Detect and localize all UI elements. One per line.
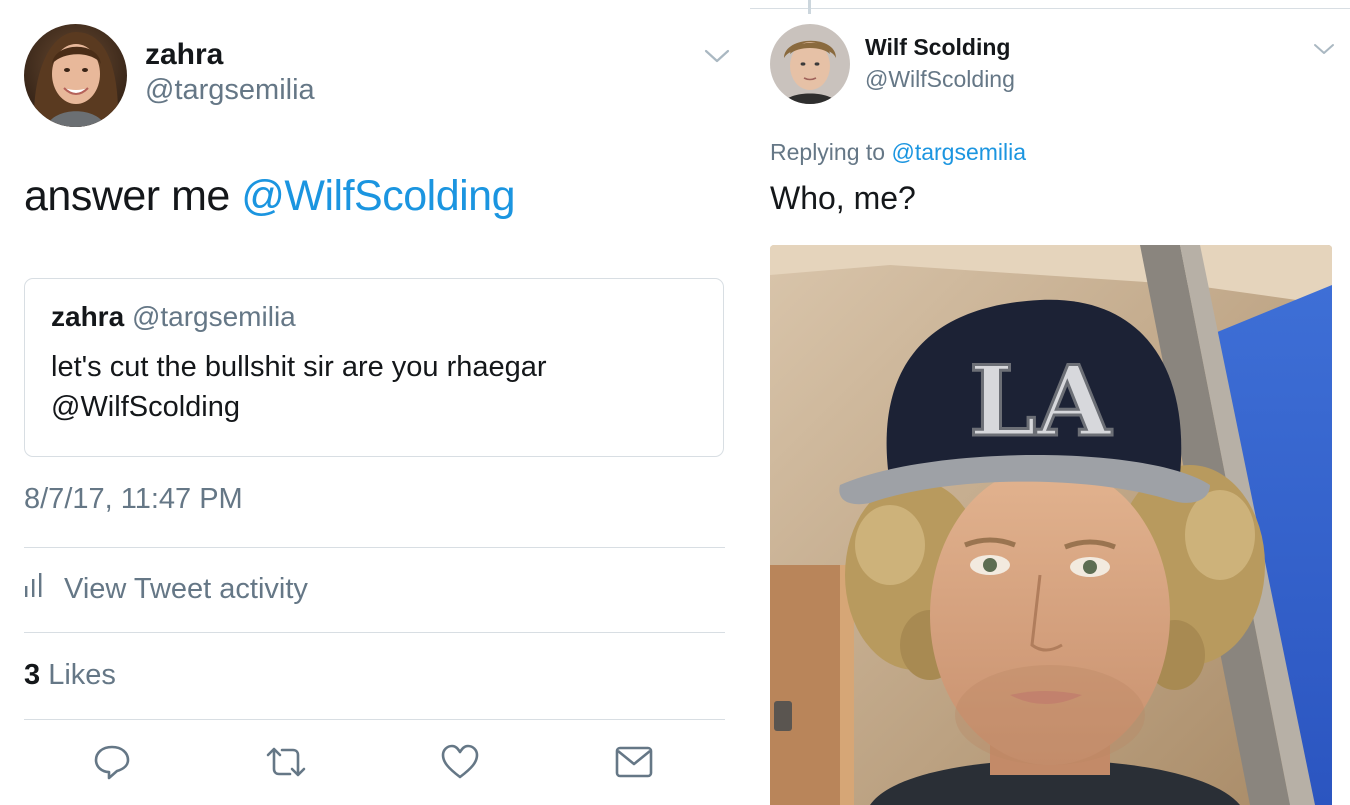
left-tweet-panel: zahra @targsemilia answer me @WilfScoldi… — [0, 0, 750, 805]
reply-icon — [93, 743, 131, 786]
author-name[interactable]: Wilf Scolding — [865, 34, 1010, 61]
cap-logo-text: LA — [969, 345, 1113, 458]
chevron-down-icon[interactable] — [1312, 40, 1336, 63]
quoted-author-name: zahra — [51, 301, 125, 332]
quoted-author-handle: @targsemilia — [131, 301, 296, 332]
divider — [24, 632, 725, 633]
heart-icon — [440, 743, 480, 786]
author-avatar[interactable] — [24, 24, 127, 127]
right-tweet-panel: Wilf Scolding @WilfScolding Replying to … — [750, 0, 1350, 805]
divider — [750, 8, 1350, 9]
quoted-tweet[interactable]: zahra @targsemilia let's cut the bullshi… — [24, 278, 724, 457]
author-avatar[interactable] — [770, 24, 850, 104]
view-tweet-activity-link[interactable]: View Tweet activity — [24, 572, 308, 606]
divider — [24, 547, 725, 548]
quoted-tweet-text: let's cut the bullshit sir are you rhaeg… — [51, 351, 547, 423]
tweet-text: answer me @WilfScolding — [24, 172, 515, 221]
like-button[interactable] — [440, 744, 480, 784]
direct-message-button[interactable] — [614, 744, 654, 784]
quoted-tweet-header: zahra @targsemilia — [51, 301, 296, 333]
author-name[interactable]: zahra — [145, 38, 223, 72]
replying-to-prefix: Replying to — [770, 139, 892, 165]
author-handle[interactable]: @targsemilia — [145, 74, 315, 107]
replying-to: Replying to @targsemilia — [770, 139, 1026, 166]
tweet-text: Who, me? — [770, 180, 916, 216]
likes-count-link[interactable]: 3 Likes — [24, 659, 116, 692]
likes-count: 3 — [24, 659, 41, 691]
tweet-timestamp: 8/7/17, 11:47 PM — [24, 483, 243, 515]
envelope-icon — [614, 744, 654, 785]
divider — [24, 719, 725, 720]
replying-to-handle-link[interactable]: @targsemilia — [891, 139, 1026, 165]
retweet-button[interactable] — [266, 744, 306, 784]
view-tweet-activity-label: View Tweet activity — [64, 572, 308, 605]
tweet-text-lead: answer me — [24, 172, 242, 220]
thread-connector-line — [808, 0, 811, 14]
reply-button[interactable] — [92, 744, 132, 784]
likes-label: Likes — [48, 659, 116, 691]
author-handle[interactable]: @WilfScolding — [865, 66, 1015, 93]
tweet-photo[interactable]: LA — [770, 245, 1332, 805]
mention-link[interactable]: @WilfScolding — [241, 172, 515, 220]
chevron-down-icon[interactable] — [703, 46, 731, 71]
bar-chart-icon — [24, 572, 46, 606]
retweet-icon — [264, 743, 308, 786]
